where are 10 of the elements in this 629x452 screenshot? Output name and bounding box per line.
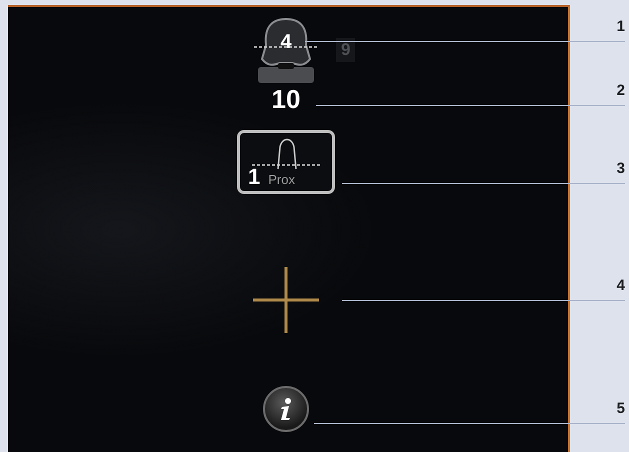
callout-number: 5 — [616, 400, 625, 417]
callout-number: 3 — [616, 160, 625, 177]
resection-level-button[interactable]: 1 Prox — [237, 130, 335, 194]
callout-number: 2 — [616, 82, 625, 99]
crosshair-icon — [251, 265, 321, 335]
info-button[interactable] — [263, 386, 309, 432]
alternate-size: 9 — [336, 38, 356, 62]
insert-thickness: 10 — [272, 86, 300, 112]
callout-number: 1 — [616, 18, 625, 35]
callout-number: 4 — [616, 277, 625, 294]
